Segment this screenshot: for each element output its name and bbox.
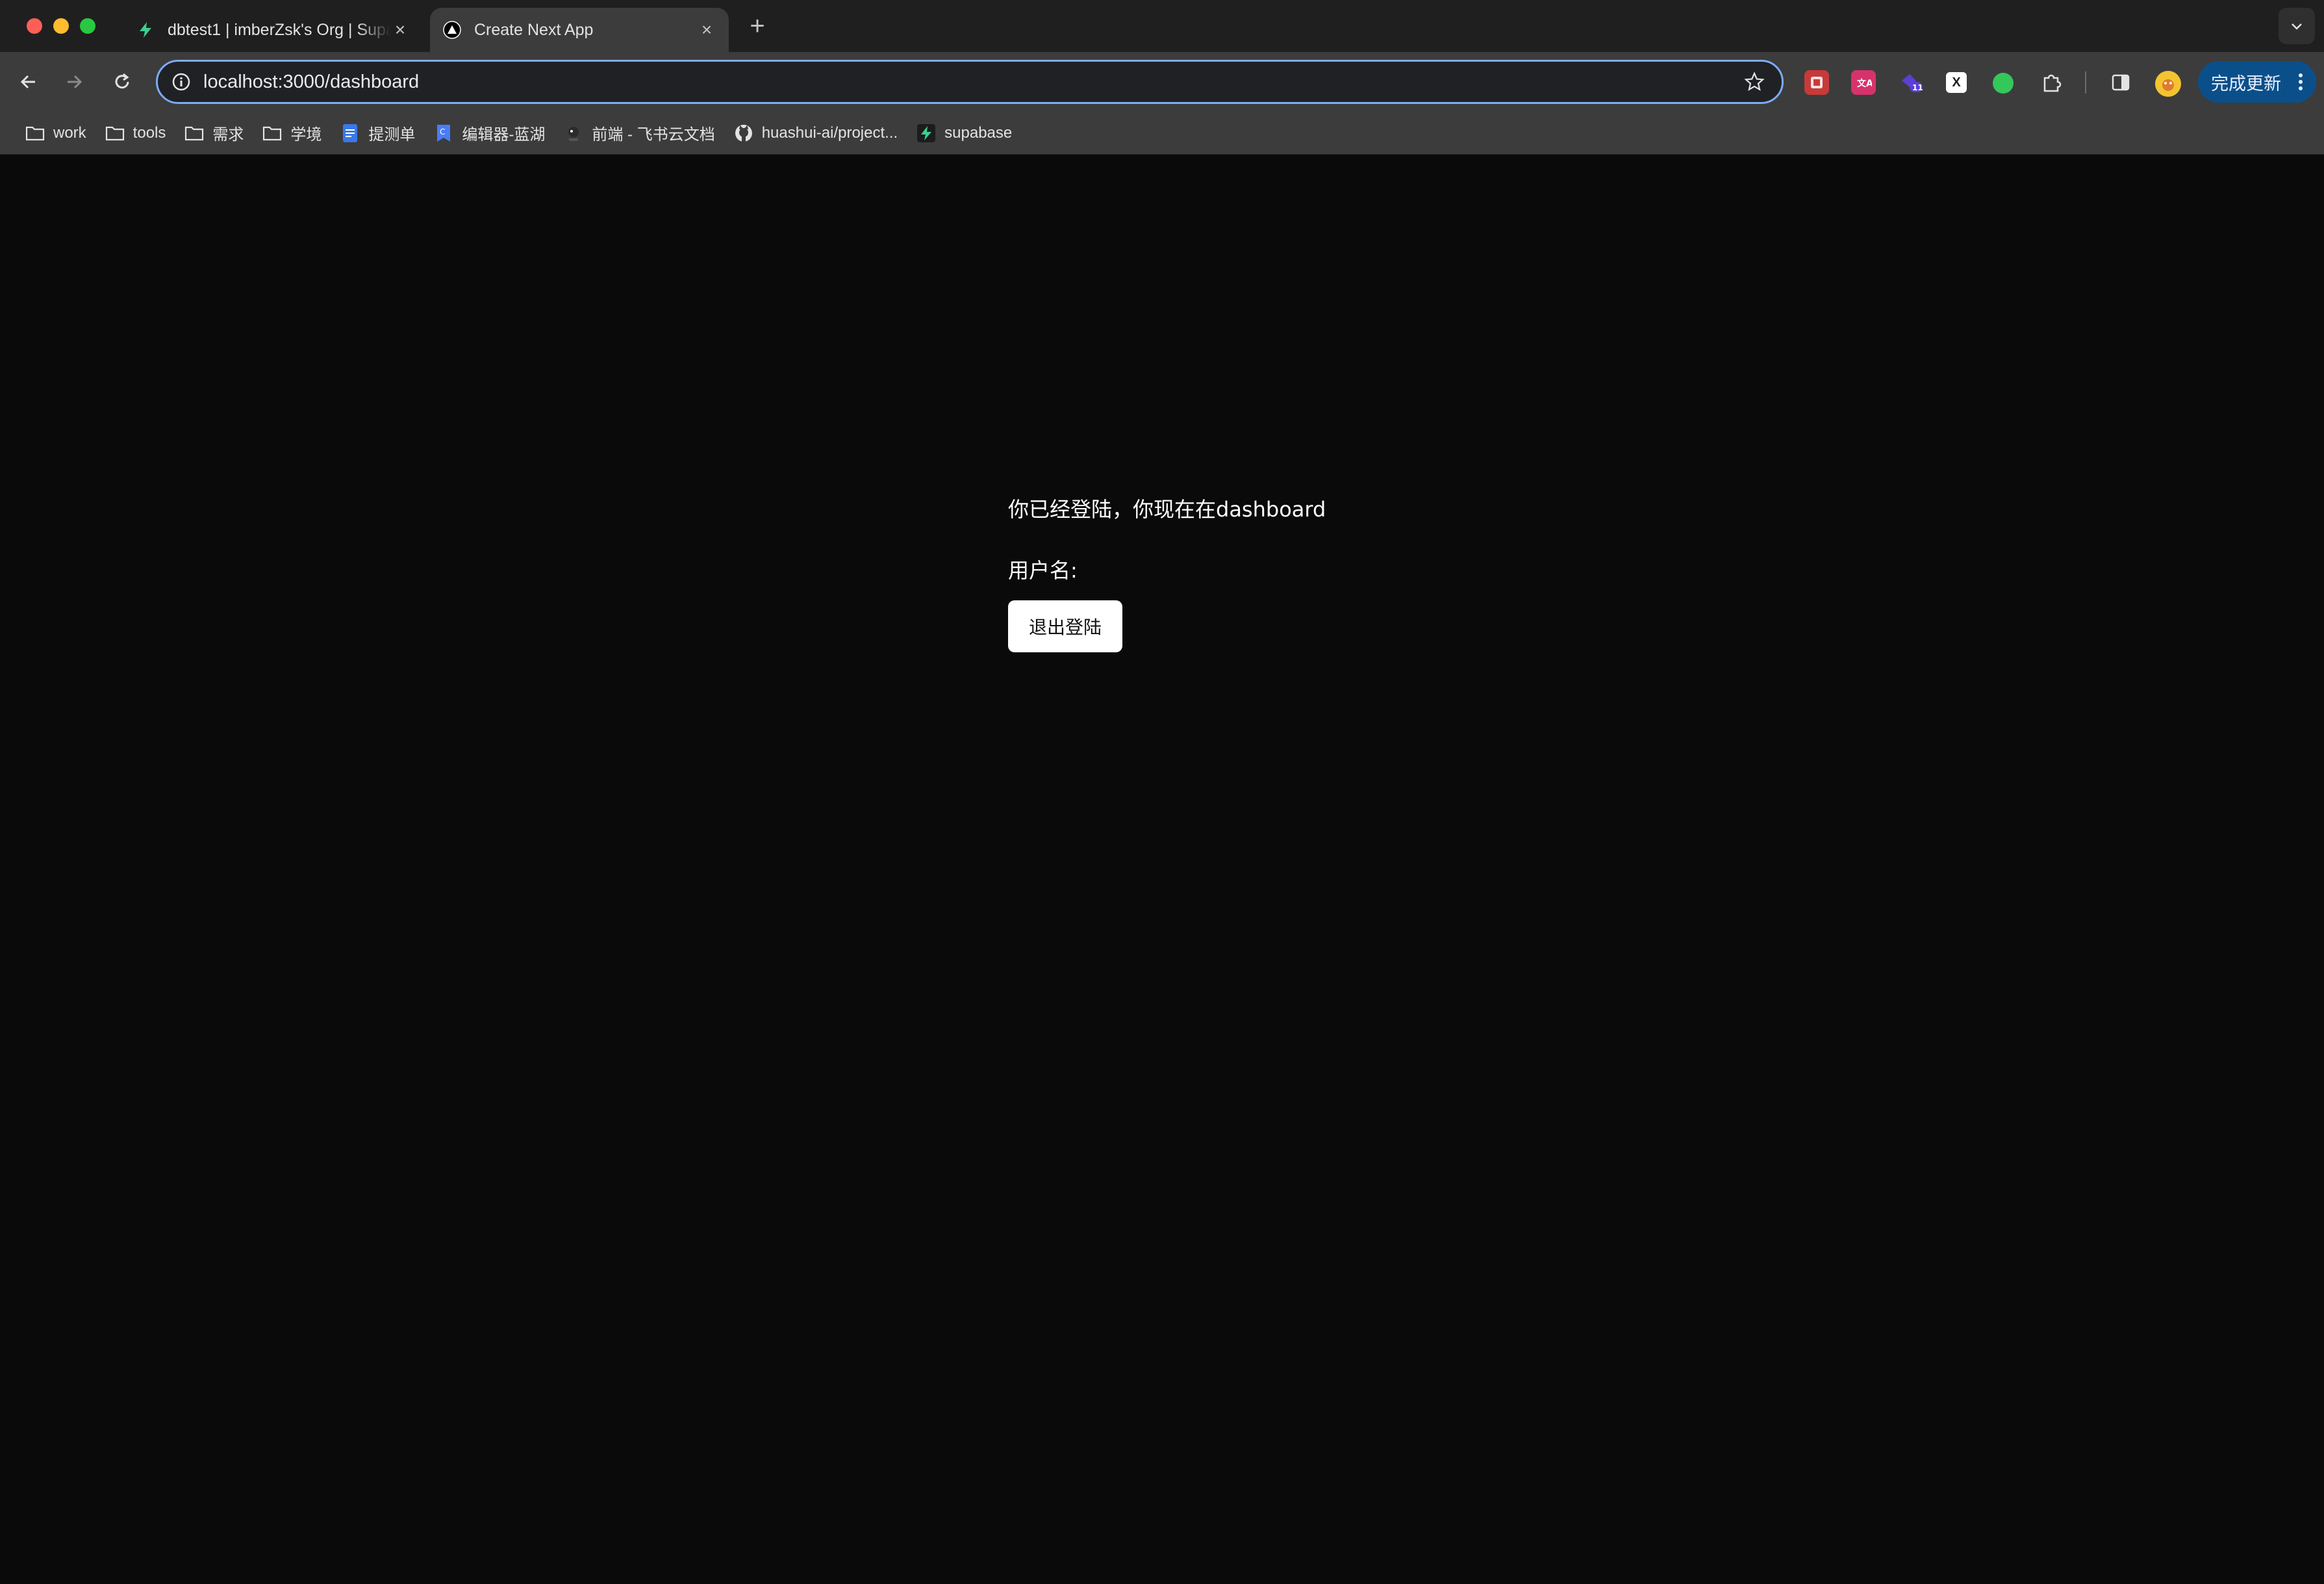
folder-icon bbox=[105, 123, 125, 144]
site-info-icon[interactable] bbox=[171, 71, 192, 92]
logout-button[interactable]: 退出登陆 bbox=[1008, 600, 1122, 652]
pink-translate-extension-icon[interactable]: 文A bbox=[1851, 70, 1876, 95]
browser-window: dbtest1 | imberZsk's Org | Supabase × Cr… bbox=[0, 0, 2324, 1584]
folder-icon bbox=[25, 123, 45, 144]
bookmark-supabase[interactable]: supabase bbox=[907, 117, 1021, 149]
tab-title: Create Next App bbox=[474, 20, 594, 39]
login-status-text: 你已经登陆，你现在在dashboard bbox=[1008, 497, 1326, 522]
bookmark-requirements[interactable]: 需求 bbox=[175, 117, 253, 149]
feishu-icon bbox=[563, 123, 584, 144]
bookmark-xuejing[interactable]: 学境 bbox=[253, 117, 331, 149]
update-button-label: 完成更新 bbox=[2211, 73, 2281, 94]
bookmarks-bar: work tools 需求 学境 提测单 C 编辑器-蓝湖 前端 - 飞书云文档 bbox=[0, 112, 2324, 155]
green-circle-extension-icon[interactable] bbox=[1993, 73, 2014, 94]
supabase-bolt-icon bbox=[916, 123, 937, 144]
svg-text:文A: 文A bbox=[1857, 78, 1872, 89]
toolbar-divider bbox=[2085, 71, 2086, 94]
arrow-right-icon bbox=[68, 75, 82, 89]
back-button[interactable] bbox=[14, 68, 43, 96]
page-viewport: 你已经登陆，你现在在dashboard 用户名: 退出登陆 bbox=[0, 156, 2324, 1584]
close-tab-icon[interactable]: × bbox=[391, 19, 409, 40]
extensions-puzzle-icon[interactable] bbox=[2040, 70, 2064, 95]
avatar[interactable] bbox=[2155, 71, 2181, 97]
lanhu-icon: C bbox=[433, 123, 454, 144]
x-extension-icon[interactable]: X bbox=[1946, 72, 1967, 93]
bookmark-work[interactable]: work bbox=[16, 117, 95, 149]
bookmark-lanhu-editor[interactable]: C 编辑器-蓝湖 bbox=[424, 117, 554, 149]
bookmark-tools[interactable]: tools bbox=[95, 117, 175, 149]
bookmark-feishu-docs[interactable]: 前端 - 飞书云文档 bbox=[554, 117, 724, 149]
chevron-down-icon bbox=[2292, 23, 2302, 30]
minimize-window-button[interactable] bbox=[53, 18, 69, 34]
red-extension-icon[interactable] bbox=[1804, 70, 1829, 95]
close-tab-icon[interactable]: × bbox=[698, 19, 716, 40]
tab-title: dbtest1 | imberZsk's Org | Supabase bbox=[168, 20, 391, 39]
dashboard-content: 你已经登陆，你现在在dashboard 用户名: 退出登陆 bbox=[1008, 494, 1326, 652]
tab-strip: dbtest1 | imberZsk's Org | Supabase × Cr… bbox=[0, 0, 2324, 52]
doc-icon bbox=[340, 123, 360, 144]
folder-icon bbox=[184, 123, 205, 144]
username-label: 用户名: bbox=[1008, 558, 1078, 583]
url-text: localhost:3000/dashboard bbox=[203, 71, 420, 92]
svg-text:C: C bbox=[440, 127, 445, 136]
tab-supabase[interactable]: dbtest1 | imberZsk's Org | Supabase × bbox=[123, 8, 422, 52]
github-icon bbox=[733, 123, 754, 144]
svg-text:11: 11 bbox=[1912, 83, 1923, 92]
supabase-bolt-icon bbox=[136, 21, 155, 39]
purple-extension-icon[interactable]: 11 bbox=[1899, 70, 1924, 95]
reload-button[interactable] bbox=[108, 68, 136, 96]
reload-icon bbox=[115, 73, 129, 89]
maximize-window-button[interactable] bbox=[80, 18, 95, 34]
new-tab-button[interactable]: + bbox=[743, 12, 772, 40]
nextjs-triangle-icon bbox=[443, 21, 461, 39]
bookmark-star-icon[interactable] bbox=[1744, 71, 1765, 92]
folder-icon bbox=[262, 123, 283, 144]
tab-create-next-app[interactable]: Create Next App × bbox=[430, 8, 729, 52]
bookmark-github-project[interactable]: huashui-ai/project... bbox=[724, 117, 907, 149]
close-window-button[interactable] bbox=[27, 18, 42, 34]
tab-search-button[interactable] bbox=[2279, 8, 2315, 44]
forward-button[interactable] bbox=[60, 68, 88, 96]
bookmark-test-sheet[interactable]: 提测单 bbox=[331, 117, 424, 149]
side-panel-icon[interactable] bbox=[2108, 70, 2133, 95]
address-bar[interactable]: localhost:3000/dashboard bbox=[156, 60, 1784, 104]
update-button[interactable]: 完成更新 bbox=[2198, 61, 2316, 103]
arrow-left-icon bbox=[20, 75, 35, 89]
kebab-menu-icon bbox=[2299, 73, 2303, 90]
browser-toolbar: localhost:3000/dashboard 文A 11 X 完成更新 bbox=[0, 52, 2324, 112]
